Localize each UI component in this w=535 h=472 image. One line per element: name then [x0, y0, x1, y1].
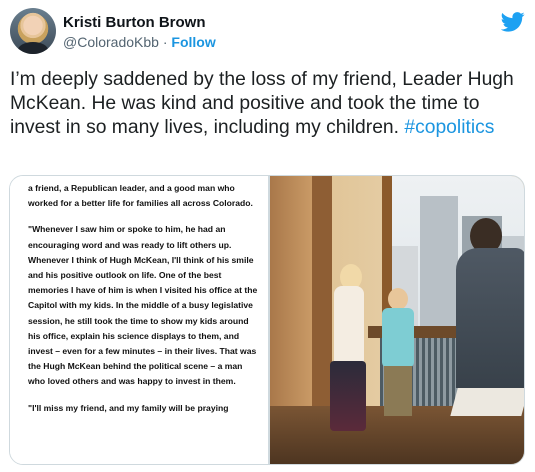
twitter-bird-icon[interactable]: [501, 12, 525, 32]
author-name[interactable]: Kristi Burton Brown: [63, 14, 206, 31]
tweet-header: Kristi Burton Brown @ColoradoKbb · Follo…: [10, 8, 525, 58]
document-image[interactable]: a friend, a Republican leader, and a goo…: [10, 176, 268, 464]
separator-dot: ·: [162, 34, 168, 50]
media-container[interactable]: a friend, a Republican leader, and a goo…: [9, 175, 525, 465]
author-handle[interactable]: @ColoradoKbb: [63, 34, 159, 50]
doc-paragraph: "Whenever I saw him or spoke to him, he …: [28, 224, 258, 387]
office-photo[interactable]: [270, 176, 524, 464]
doc-paragraph: a friend, a Republican leader, and a goo…: [28, 183, 253, 209]
hashtag-link[interactable]: #copolitics: [404, 117, 494, 138]
avatar[interactable]: [10, 8, 56, 54]
handle-row: @ColoradoKbb · Follow: [63, 34, 216, 50]
doc-paragraph: "I'll miss my friend, and my family will…: [28, 402, 229, 413]
tweet-text: I’m deeply saddened by the loss of my fr…: [10, 68, 525, 140]
follow-button[interactable]: Follow: [171, 34, 215, 50]
